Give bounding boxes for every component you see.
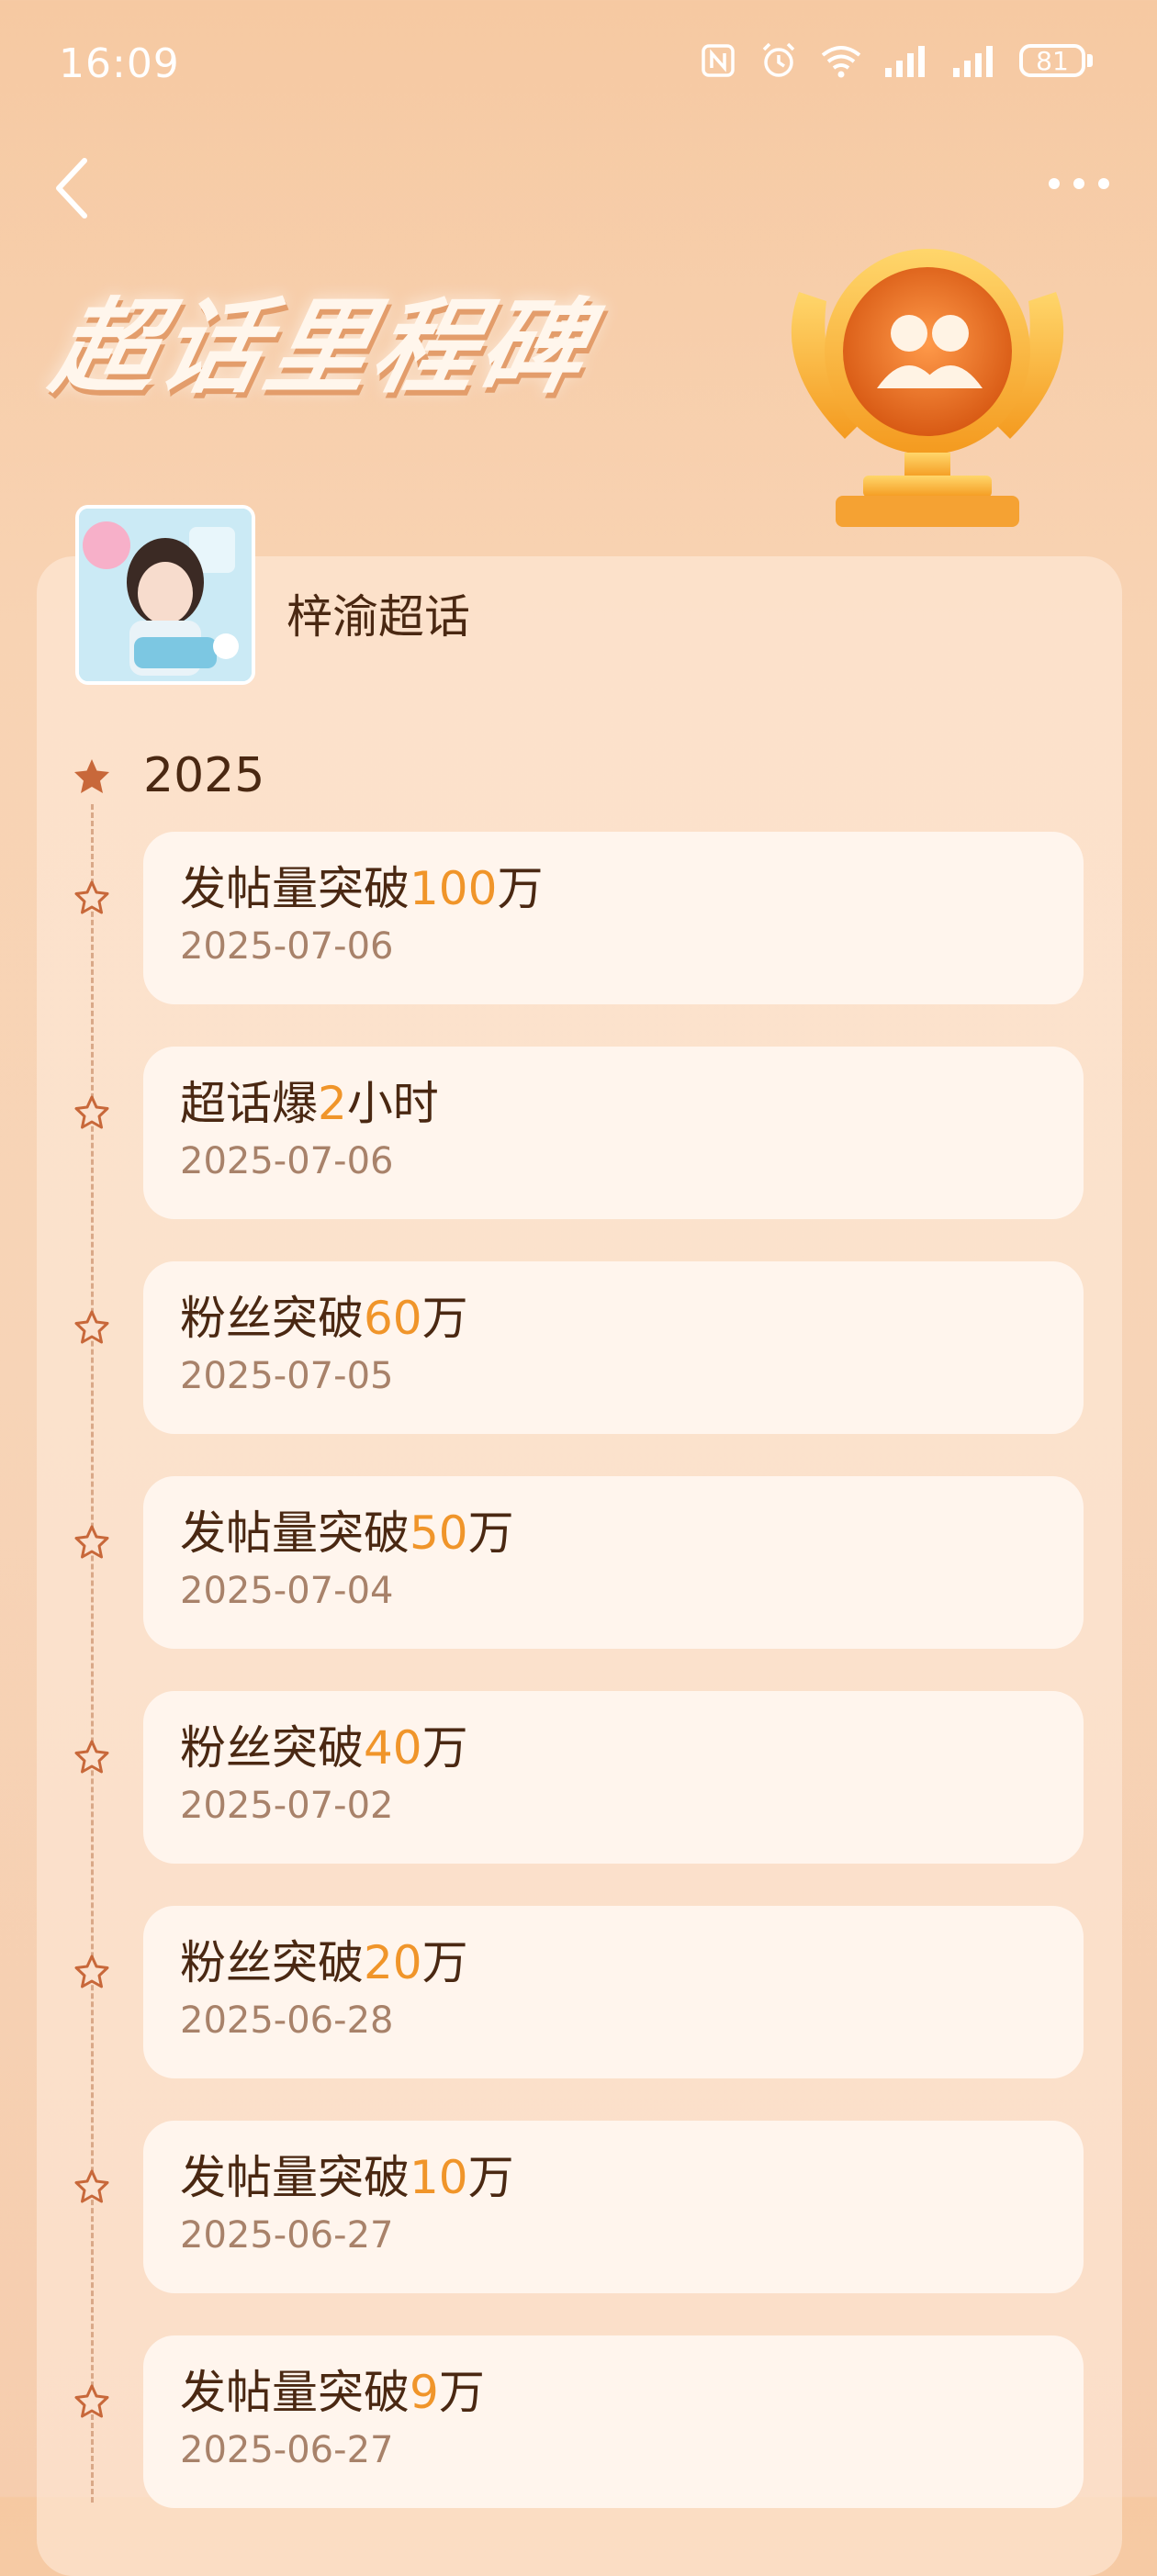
topic-name[interactable]: 梓渝超话 bbox=[286, 580, 470, 646]
milestone-number: 9 bbox=[410, 2366, 439, 2419]
milestone-title-prefix: 发帖量突破 bbox=[180, 2151, 410, 2204]
milestone-date: 2025-07-06 bbox=[180, 1140, 394, 1182]
milestone-star-icon bbox=[74, 2384, 109, 2418]
milestone-item[interactable]: 发帖量突破10万 2025-06-27 bbox=[143, 2121, 1084, 2293]
wifi-icon bbox=[821, 46, 861, 78]
milestone-title: 粉丝突破60万 bbox=[180, 1289, 1047, 1348]
milestone-date: 2025-07-04 bbox=[180, 1570, 394, 1612]
year-label: 2025 bbox=[143, 748, 265, 803]
milestone-item[interactable]: 发帖量突破9万 2025-06-27 bbox=[143, 2335, 1084, 2508]
milestone-title: 发帖量突破9万 bbox=[180, 2363, 1047, 2422]
signal-icon bbox=[953, 46, 993, 77]
milestone-star-icon bbox=[74, 1525, 109, 1559]
signal-icon bbox=[885, 46, 925, 77]
milestone-item[interactable]: 粉丝突破40万 2025-07-02 bbox=[143, 1691, 1084, 1864]
battery-level: 81 bbox=[1019, 44, 1085, 77]
more-dots-icon bbox=[1049, 178, 1109, 189]
milestone-number: 100 bbox=[410, 862, 498, 915]
milestone-title-prefix: 超话爆 bbox=[180, 1077, 318, 1130]
trophy-icon bbox=[791, 249, 1064, 527]
milestone-title-suffix: 小时 bbox=[346, 1077, 439, 1130]
status-time: 16:09 bbox=[59, 40, 180, 87]
milestone-date: 2025-07-06 bbox=[180, 925, 394, 968]
milestone-title-suffix: 万 bbox=[467, 2151, 514, 2204]
milestone-star-icon bbox=[74, 880, 109, 914]
chevron-left-icon bbox=[56, 158, 87, 218]
milestone-title-prefix: 粉丝突破 bbox=[180, 1292, 364, 1345]
milestone-number: 40 bbox=[364, 1721, 422, 1775]
milestone-star-icon bbox=[74, 2169, 109, 2203]
milestone-date: 2025-06-27 bbox=[180, 2429, 394, 2471]
milestone-star-icon bbox=[74, 1740, 109, 1774]
milestone-number: 50 bbox=[410, 1506, 468, 1560]
back-button[interactable] bbox=[37, 151, 110, 225]
milestone-item[interactable]: 发帖量突破100万 2025-07-06 bbox=[143, 832, 1084, 1004]
year-star-icon bbox=[74, 759, 109, 793]
status-icons: 81 bbox=[698, 40, 1093, 81]
milestone-star-icon bbox=[74, 1954, 109, 1988]
more-button[interactable] bbox=[1038, 156, 1120, 211]
milestone-date: 2025-07-05 bbox=[180, 1355, 394, 1397]
milestone-title-prefix: 发帖量突破 bbox=[180, 862, 410, 915]
milestone-number: 10 bbox=[410, 2151, 468, 2204]
milestone-title: 粉丝突破20万 bbox=[180, 1933, 1047, 1992]
milestone-title: 发帖量突破10万 bbox=[180, 2148, 1047, 2207]
milestone-title-prefix: 发帖量突破 bbox=[180, 2366, 410, 2419]
avatar-image bbox=[79, 509, 252, 681]
milestone-number: 60 bbox=[364, 1292, 422, 1345]
milestone-date: 2025-06-27 bbox=[180, 2214, 394, 2257]
milestone-item[interactable]: 发帖量突破50万 2025-07-04 bbox=[143, 1476, 1084, 1649]
milestone-item[interactable]: 粉丝突破60万 2025-07-05 bbox=[143, 1261, 1084, 1434]
milestone-title-suffix: 万 bbox=[467, 1506, 514, 1560]
milestone-title: 发帖量突破100万 bbox=[180, 859, 1047, 918]
milestone-date: 2025-07-02 bbox=[180, 1785, 394, 1827]
status-bar: 16:09 81 bbox=[0, 0, 1157, 119]
timeline-line bbox=[91, 804, 94, 2503]
milestone-item[interactable]: 粉丝突破20万 2025-06-28 bbox=[143, 1906, 1084, 2078]
alarm-icon bbox=[762, 42, 795, 77]
milestone-title-suffix: 万 bbox=[421, 1936, 468, 1989]
milestone-title-suffix: 万 bbox=[421, 1292, 468, 1345]
milestone-title: 发帖量突破50万 bbox=[180, 1504, 1047, 1562]
milestone-title: 超话爆2小时 bbox=[180, 1074, 1047, 1133]
milestone-number: 20 bbox=[364, 1936, 422, 1989]
banner-title: 超话里程碑 bbox=[42, 288, 601, 408]
milestone-number: 2 bbox=[318, 1077, 347, 1130]
milestone-title-prefix: 发帖量突破 bbox=[180, 1506, 410, 1560]
avatar[interactable] bbox=[75, 505, 255, 685]
milestone-item[interactable]: 超话爆2小时 2025-07-06 bbox=[143, 1047, 1084, 1219]
battery-icon: 81 bbox=[1019, 44, 1093, 77]
milestone-title-suffix: 万 bbox=[497, 862, 544, 915]
milestone-title-prefix: 粉丝突破 bbox=[180, 1936, 364, 1989]
milestone-star-icon bbox=[74, 1095, 109, 1129]
milestone-title-suffix: 万 bbox=[438, 2366, 485, 2419]
milestone-date: 2025-06-28 bbox=[180, 1999, 394, 2042]
nfc-icon bbox=[702, 44, 735, 77]
milestone-star-icon bbox=[74, 1310, 109, 1344]
milestone-title-suffix: 万 bbox=[421, 1721, 468, 1775]
milestone-title-prefix: 粉丝突破 bbox=[180, 1721, 364, 1775]
milestone-title: 粉丝突破40万 bbox=[180, 1719, 1047, 1777]
